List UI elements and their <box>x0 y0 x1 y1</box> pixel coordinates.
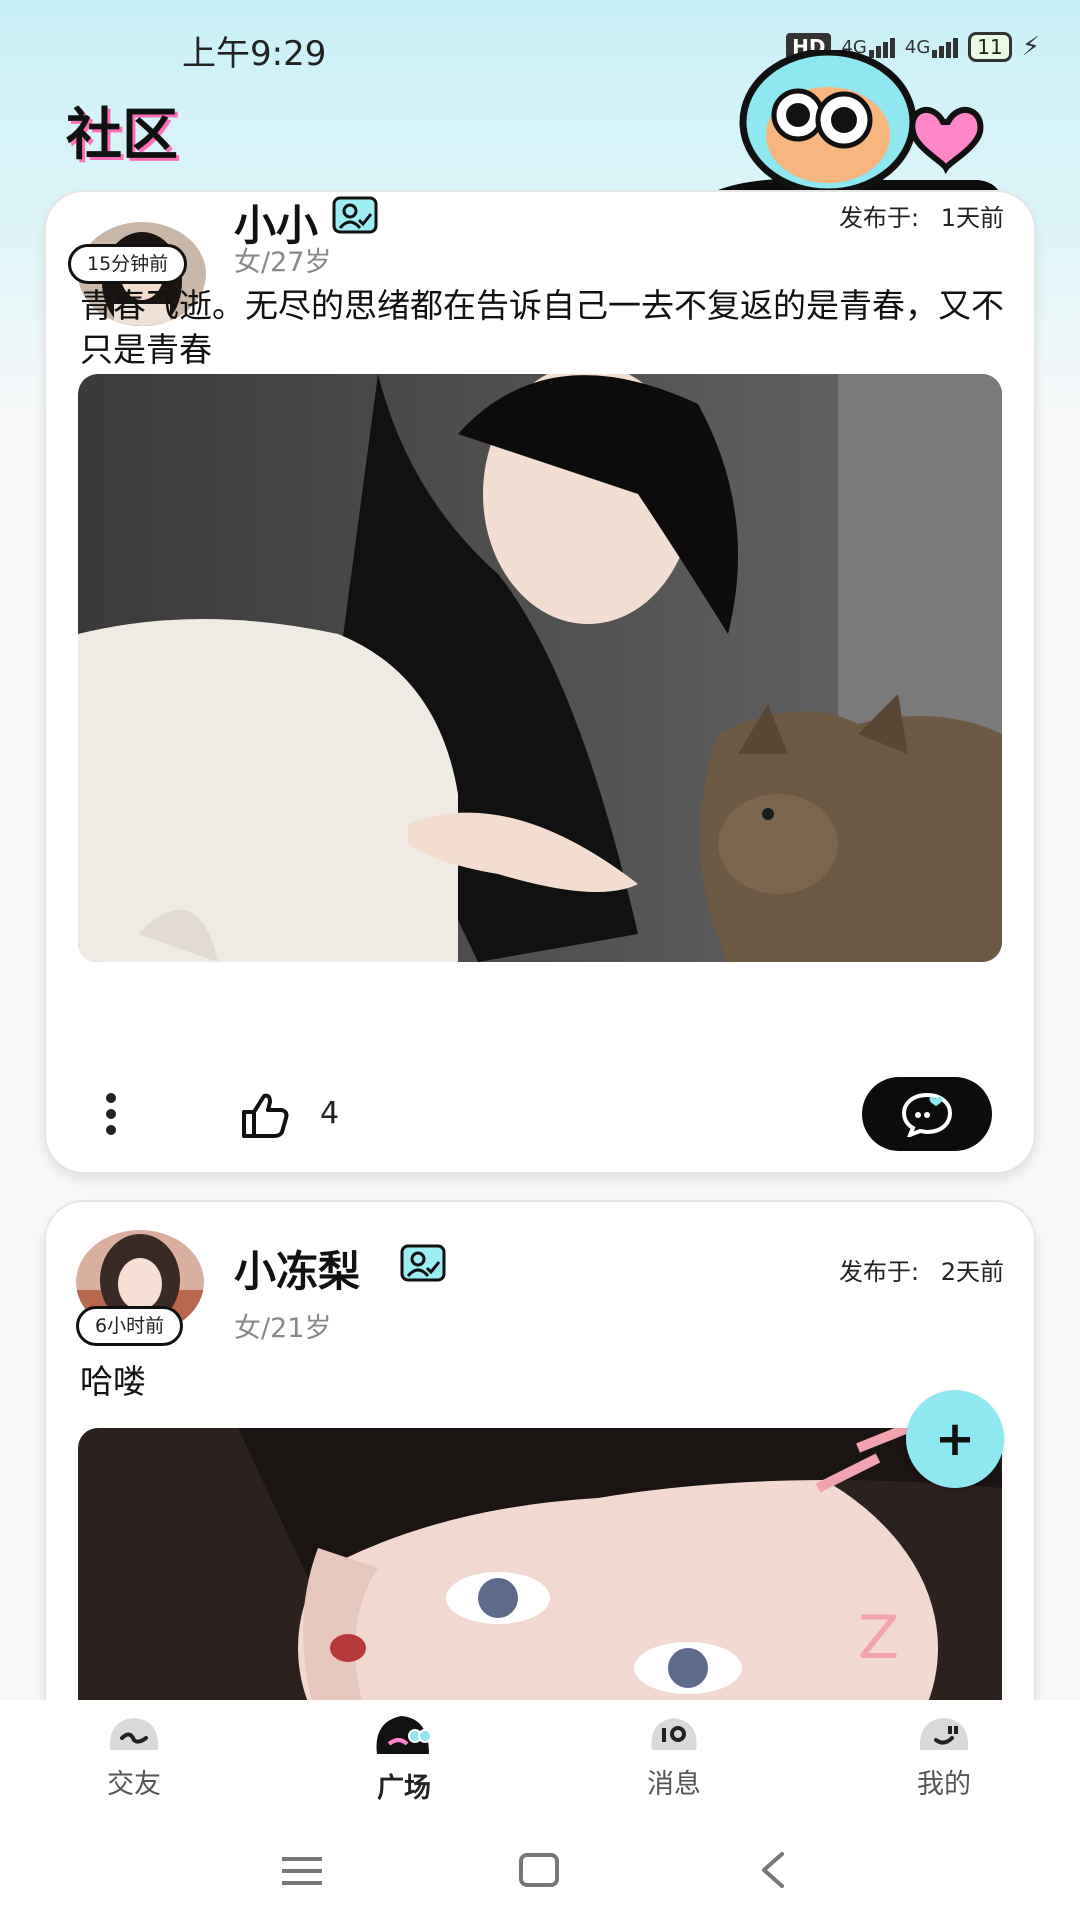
like-icon[interactable] <box>240 1092 290 1138</box>
published-label: 发布于: <box>838 204 920 232</box>
nav-label: 消息 <box>647 1769 701 1800</box>
status-time: 上午9:29 <box>182 34 327 74</box>
nav-label: 我的 <box>917 1769 971 1800</box>
add-post-button[interactable]: + <box>906 1390 1004 1488</box>
online-time-badge: 15分钟前 <box>68 244 188 284</box>
post-text: 哈喽 <box>80 1362 146 1401</box>
verified-user-icon <box>400 1244 446 1282</box>
home-icon[interactable] <box>518 1852 560 1888</box>
chat-button[interactable] <box>862 1077 992 1151</box>
friends-icon <box>109 1718 159 1750</box>
nav-item-square[interactable]: 广场 <box>334 1710 474 1805</box>
charging-icon: ⚡ <box>1021 32 1040 62</box>
menu-icon[interactable] <box>280 1854 324 1888</box>
published-time: 发布于: 2天前 <box>839 1252 1004 1287</box>
chat-icon <box>901 1092 953 1137</box>
post-card[interactable]: 6小时前 小冻梨 女/21岁 发布于: 2天前 哈喽 Z <box>44 1200 1036 1724</box>
username[interactable]: 小冻梨 <box>234 1238 360 1299</box>
nav-item-friends[interactable]: 交友 <box>64 1710 204 1801</box>
profile-icon <box>919 1718 969 1750</box>
post-text: 青春飞逝。无尽的思绪都在告诉自己一去不复返的是青春，又不只是青春 <box>80 286 1004 369</box>
message-icon <box>651 1718 697 1750</box>
back-icon[interactable] <box>758 1850 788 1890</box>
post-image[interactable] <box>78 374 1002 962</box>
user-gender-age: 女/27岁 <box>234 247 332 278</box>
published-time: 发布于: 1天前 <box>839 198 1004 233</box>
mascot-illustration <box>718 50 1003 200</box>
nav-item-messages[interactable]: 消息 <box>604 1710 744 1801</box>
system-navigation-bar <box>0 1820 1080 1920</box>
post-image[interactable]: Z <box>78 1428 1002 1722</box>
user-gender-age: 女/21岁 <box>234 1313 332 1344</box>
post-card[interactable]: 15分钟前 小小 女/27岁 发布于: 1天前 青春飞逝。无尽的思绪都在告诉自己… <box>44 190 1036 1174</box>
nav-label: 广场 <box>377 1773 431 1804</box>
more-options-icon[interactable] <box>104 1092 118 1136</box>
verified-user-icon <box>332 196 378 234</box>
online-time-badge: 6小时前 <box>76 1306 184 1346</box>
square-icon <box>376 1716 432 1754</box>
published-value: 1天前 <box>940 204 1004 232</box>
svg-text:Z: Z <box>858 1603 899 1673</box>
bottom-navigation: 交友 广场 消息 我的 <box>0 1700 1080 1820</box>
published-label: 发布于: <box>838 1258 920 1286</box>
like-count: 4 <box>320 1096 340 1131</box>
nav-label: 交友 <box>107 1769 161 1800</box>
published-value: 2天前 <box>940 1258 1004 1286</box>
nav-item-profile[interactable]: 我的 <box>874 1710 1014 1801</box>
page-title: 社区 <box>66 103 178 168</box>
